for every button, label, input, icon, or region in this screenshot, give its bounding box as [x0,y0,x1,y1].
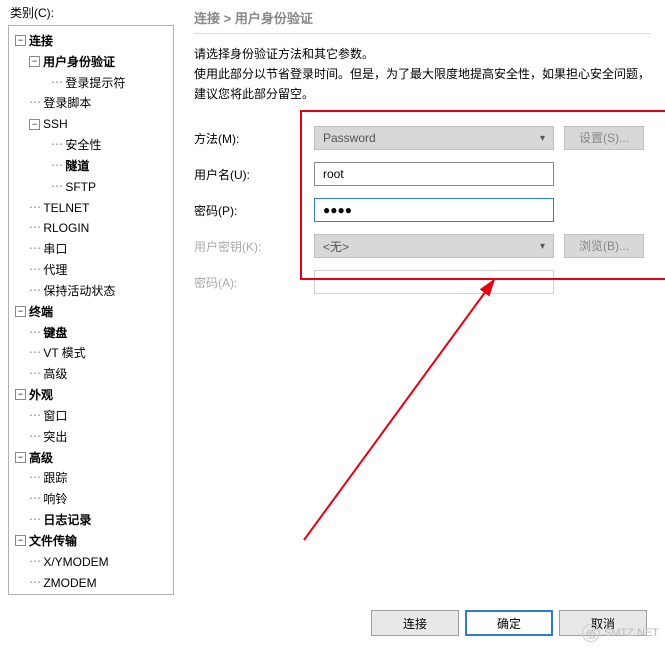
tree-vtmode[interactable]: ⋯ VT 模式 [11,342,171,363]
tree-user-auth[interactable]: −用户身份验证 [11,51,171,72]
annotation-arrow [294,270,514,550]
password-input[interactable] [314,198,554,222]
tree-xymodem[interactable]: ⋯ X/YMODEM [11,551,171,572]
userkey-dropdown: <无> ▾ [314,234,554,258]
browse-button: 浏览(B)... [564,234,644,258]
username-input[interactable] [314,162,554,186]
chevron-down-icon: ▾ [540,241,545,252]
username-label: 用户名(U): [194,166,314,183]
tree-tunnel[interactable]: ⋯ 隧道 [11,155,171,176]
tree-advanced-grp[interactable]: −高级 [11,447,171,468]
password2-label: 密码(A): [194,274,314,291]
tree-highlight[interactable]: ⋯ 突出 [11,426,171,447]
breadcrumb: 连接 > 用户身份验证 [194,8,651,27]
category-tree[interactable]: −连接 −用户身份验证 ⋯ 登录提示符 ⋯ 登录脚本 −SSH ⋯ 安全性 ⋯ … [8,25,174,595]
tree-serial[interactable]: ⋯ 串口 [11,238,171,259]
method-label: 方法(M): [194,130,314,147]
watermark-icon: 值 [582,624,600,642]
tree-connection[interactable]: −连接 [11,30,171,51]
category-label: 类别(C): [10,4,176,21]
tree-security[interactable]: ⋯ 安全性 [11,134,171,155]
watermark: 值 SMTZ.NET [582,624,659,642]
userkey-value: <无> [323,238,349,255]
collapse-icon[interactable]: − [29,56,40,67]
tree-window[interactable]: ⋯ 窗口 [11,405,171,426]
password2-input [314,270,554,294]
auth-form: 方法(M): Password ▾ 设置(S)... 用户名(U): 密码(P)… [194,120,651,300]
collapse-icon[interactable]: − [15,35,26,46]
collapse-icon[interactable]: − [29,119,40,130]
tree-login-script[interactable]: ⋯ 登录脚本 [11,92,171,113]
method-value: Password [323,131,376,145]
tree-login-prompt[interactable]: ⋯ 登录提示符 [11,72,171,93]
desc-line1: 请选择身份验证方法和其它参数。 [194,44,651,64]
tree-advanced-term[interactable]: ⋯ 高级 [11,363,171,384]
tree-keepalive[interactable]: ⋯ 保持活动状态 [11,280,171,301]
collapse-icon[interactable]: − [15,535,26,546]
collapse-icon[interactable]: − [15,306,26,317]
desc-line2: 使用此部分以节省登录时间。但是，为了最大限度地提高安全性，如果担心安全问题，建议… [194,64,651,104]
tree-telnet[interactable]: ⋯ TELNET [11,197,171,218]
tree-logging[interactable]: ⋯ 日志记录 [11,509,171,530]
chevron-down-icon: ▾ [540,133,545,144]
userkey-label: 用户密钥(K): [194,238,314,255]
tree-rlogin[interactable]: ⋯ RLOGIN [11,217,171,238]
connect-button[interactable]: 连接 [371,610,459,636]
tree-appearance[interactable]: −外观 [11,384,171,405]
tree-bell[interactable]: ⋯ 响铃 [11,488,171,509]
tree-keyboard[interactable]: ⋯ 键盘 [11,322,171,343]
watermark-text: SMTZ.NET [604,627,659,639]
tree-proxy[interactable]: ⋯ 代理 [11,259,171,280]
tree-trace[interactable]: ⋯ 跟踪 [11,467,171,488]
tree-file-transfer[interactable]: −文件传输 [11,530,171,551]
collapse-icon[interactable]: − [15,452,26,463]
tree-sftp[interactable]: ⋯ SFTP [11,176,171,197]
collapse-icon[interactable]: − [15,389,26,400]
ok-button[interactable]: 确定 [465,610,553,636]
settings-button: 设置(S)... [564,126,644,150]
tree-terminal[interactable]: −终端 [11,301,171,322]
method-dropdown[interactable]: Password ▾ [314,126,554,150]
tree-zmodem[interactable]: ⋯ ZMODEM [11,572,171,593]
password-label: 密码(P): [194,202,314,219]
tree-ssh[interactable]: −SSH [11,113,171,134]
